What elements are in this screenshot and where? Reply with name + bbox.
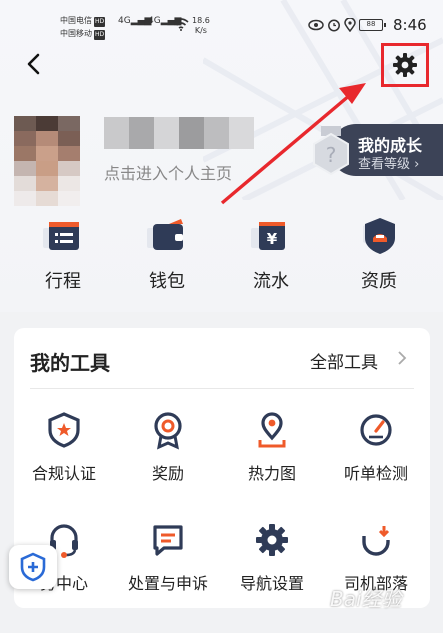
net-speed: 18.6 K/s xyxy=(192,16,210,35)
svg-text:¥: ¥ xyxy=(267,230,278,248)
heatmap-pin-icon xyxy=(258,412,286,448)
personal-home-link[interactable]: 点击进入个人主页 xyxy=(104,160,232,184)
quick-actions: 行程 钱包 ¥ 流水 资质 xyxy=(0,216,443,296)
battery-icon: 88 xyxy=(359,19,386,31)
growth-subtitle: 查看等级 › xyxy=(358,157,420,172)
quick-wallet-label: 钱包 xyxy=(149,271,185,292)
tool-order-check[interactable]: 听单检测 xyxy=(326,410,426,484)
wifi-icon xyxy=(173,18,189,31)
baidu-watermark: Bai经验 xyxy=(330,587,402,611)
tool-compliance[interactable]: 合规认证 xyxy=(14,410,114,484)
tool-reward-label: 奖励 xyxy=(151,464,184,483)
settings-button[interactable] xyxy=(381,43,429,87)
growth-medal-icon: ? xyxy=(313,126,349,176)
reward-medal-icon xyxy=(154,412,182,450)
svg-text:?: ? xyxy=(326,143,337,167)
status-bar: 中国电信 HD 中国移动 HD 4G▂▄▆ 4G▂▄▆ 18.6 K/s 88 8:4… xyxy=(0,0,443,44)
safety-shield-plus-icon xyxy=(20,552,46,582)
my-tools-card: 我的工具 全部工具 合规认证 奖励 热力图 听单检测 务中心 处置与申诉 导航设… xyxy=(14,328,430,608)
quick-wallet[interactable]: 钱包 xyxy=(122,216,212,293)
tool-appeal-label: 处置与申诉 xyxy=(127,574,208,593)
tool-appeal[interactable]: 处置与申诉 xyxy=(118,520,218,594)
driver-name-blurred xyxy=(104,117,254,149)
header-area: 中国电信 HD 中国移动 HD 4G▂▄▆ 4G▂▄▆ 18.6 K/s 88 8:4… xyxy=(0,0,443,312)
qualification-shield-icon xyxy=(363,218,395,254)
chevron-right-icon[interactable] xyxy=(395,348,409,368)
alarm-icon xyxy=(328,19,340,32)
eye-icon xyxy=(308,19,324,31)
tool-nav-settings-label: 导航设置 xyxy=(239,574,304,593)
tool-reward[interactable]: 奖励 xyxy=(118,410,218,484)
quick-trip-label: 行程 xyxy=(45,271,81,292)
carrier-1: 中国电信 HD xyxy=(60,16,106,27)
tool-heatmap[interactable]: 热力图 xyxy=(222,410,322,484)
cash-flow-icon: ¥ xyxy=(251,222,285,250)
my-tools-title: 我的工具 xyxy=(30,351,110,375)
compliance-shield-icon xyxy=(48,412,80,448)
back-icon[interactable] xyxy=(20,50,48,78)
quick-qualification-label: 资质 xyxy=(361,271,397,292)
wallet-icon xyxy=(147,219,183,250)
tool-compliance-label: 合规认证 xyxy=(31,464,96,483)
tool-nav-settings[interactable]: 导航设置 xyxy=(222,520,322,594)
divider xyxy=(30,388,414,389)
quick-trip[interactable]: 行程 xyxy=(18,216,108,293)
all-tools-link[interactable]: 全部工具 xyxy=(310,348,378,373)
quick-qualification[interactable]: 资质 xyxy=(334,216,424,293)
trip-list-icon xyxy=(43,222,79,250)
tribe-icon xyxy=(362,526,390,556)
carrier-2: 中国移动 HD xyxy=(60,29,106,40)
gauge-icon xyxy=(360,414,392,446)
quick-cashflow[interactable]: ¥ 流水 xyxy=(226,216,316,293)
floating-shield-button[interactable] xyxy=(9,545,57,589)
clock: 8:46 xyxy=(393,16,427,34)
tool-order-check-label: 听单检测 xyxy=(343,464,408,483)
signal-1: 4G▂▄▆ xyxy=(118,16,152,26)
appeal-message-icon xyxy=(153,525,183,556)
quick-cashflow-label: 流水 xyxy=(253,271,289,292)
gear-icon xyxy=(393,53,417,77)
tool-heatmap-label: 热力图 xyxy=(247,464,296,483)
location-icon xyxy=(344,18,356,32)
avatar[interactable] xyxy=(14,116,80,206)
nav-gear-icon xyxy=(256,524,288,556)
